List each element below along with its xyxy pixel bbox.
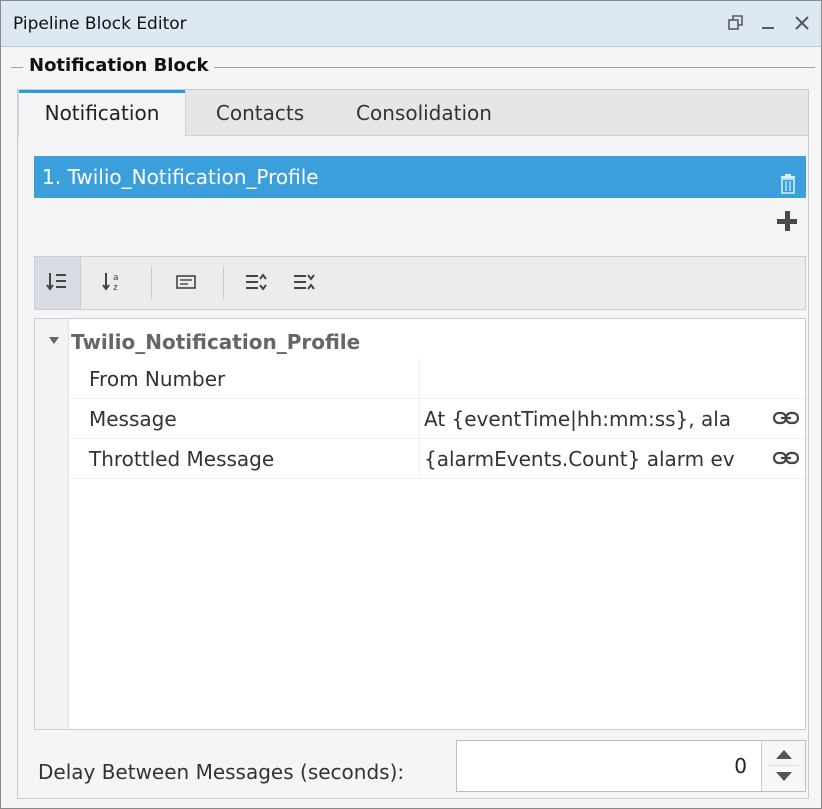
link-icon[interactable]: [773, 448, 799, 468]
property-value-field[interactable]: {alarmEvents.Count} alarm ev: [419, 439, 805, 479]
title-bar[interactable]: Pipeline Block Editor: [1, 1, 821, 47]
property-row-throttled-message[interactable]: Throttled Message {alarmEvents.Count} al…: [69, 439, 805, 479]
profile-label: 1. Twilio_Notification_Profile: [42, 165, 319, 189]
toolbar-separator: [223, 267, 224, 299]
collapse-all-icon[interactable]: [281, 257, 327, 309]
svg-text:z: z: [113, 283, 118, 293]
property-name: Message: [89, 407, 177, 431]
tab-consolidation[interactable]: Consolidation: [334, 90, 514, 136]
svg-text:a: a: [113, 273, 119, 283]
section-title: Notification Block: [23, 55, 215, 76]
window-title: Pipeline Block Editor: [13, 14, 187, 34]
minimize-icon[interactable]: [753, 7, 783, 39]
grid-gutter: [35, 319, 69, 729]
description-icon[interactable]: [163, 257, 209, 309]
expand-caret-icon[interactable]: [49, 337, 59, 344]
property-row-message[interactable]: Message At {eventTime|hh:mm:ss}, ala: [69, 399, 805, 439]
tab-strip: Notification Contacts Consolidation: [18, 90, 808, 137]
property-name: Throttled Message: [89, 447, 275, 471]
delay-value[interactable]: 0: [734, 754, 747, 778]
increment-arrow-icon[interactable]: [776, 750, 792, 759]
spinner-divider: [768, 765, 799, 766]
notification-profile-item[interactable]: 1. Twilio_Notification_Profile: [34, 156, 806, 198]
sort-categorized-icon[interactable]: [35, 257, 81, 309]
property-value-field[interactable]: [419, 359, 805, 399]
property-value-field[interactable]: At {eventTime|hh:mm:ss}, ala: [419, 399, 805, 439]
property-group-header[interactable]: Twilio_Notification_Profile: [35, 323, 805, 359]
notification-block-header: Notification Block: [11, 55, 815, 79]
spinner-buttons: [761, 741, 805, 791]
property-grid-toolbar: az: [34, 256, 806, 310]
close-icon[interactable]: [787, 7, 817, 39]
property-value: {alarmEvents.Count} alarm ev: [424, 447, 735, 471]
notification-panel: Notification Contacts Consolidation 1. T…: [17, 89, 809, 799]
property-row-from-number[interactable]: From Number: [69, 359, 805, 399]
plus-icon[interactable]: [774, 208, 800, 234]
decrement-arrow-icon[interactable]: [776, 772, 792, 781]
trash-icon[interactable]: [780, 166, 796, 194]
pipeline-block-editor-window: Pipeline Block Editor Notification Block…: [0, 0, 822, 809]
delay-label: Delay Between Messages (seconds):: [38, 760, 405, 784]
delay-spinner[interactable]: 0: [456, 740, 806, 792]
tab-notification[interactable]: Notification: [18, 90, 186, 137]
toolbar-separator: [151, 267, 152, 299]
tab-contacts[interactable]: Contacts: [190, 90, 330, 136]
property-grid: Twilio_Notification_Profile From Number …: [34, 318, 806, 730]
expand-all-icon[interactable]: [233, 257, 279, 309]
property-group-name: Twilio_Notification_Profile: [71, 330, 361, 354]
property-value: At {eventTime|hh:mm:ss}, ala: [424, 407, 732, 431]
sort-alphabetical-icon[interactable]: az: [91, 257, 137, 309]
link-icon[interactable]: [773, 408, 799, 428]
restore-window-icon[interactable]: [721, 7, 751, 39]
property-name: From Number: [89, 367, 226, 391]
